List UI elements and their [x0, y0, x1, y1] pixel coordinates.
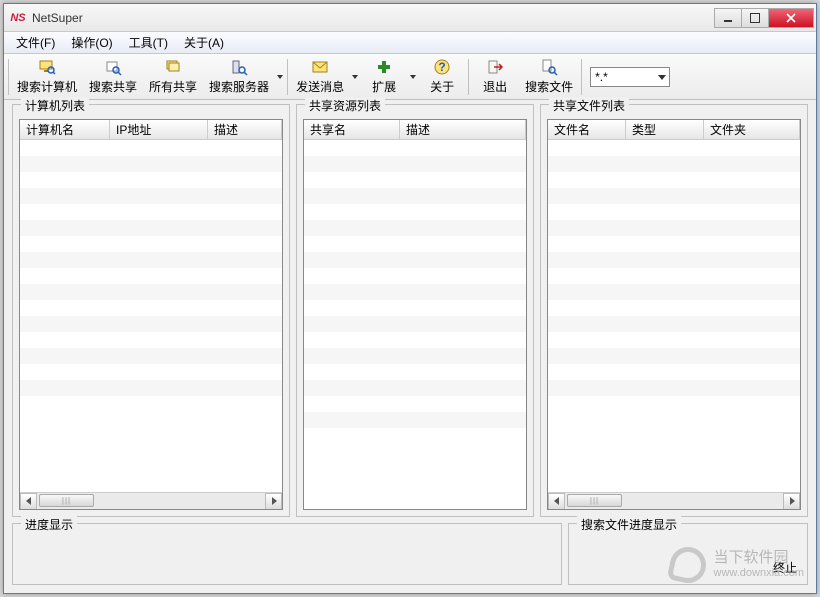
- scrollbar-thumb[interactable]: [567, 494, 622, 507]
- column-headers: 文件名 类型 文件夹: [548, 120, 800, 140]
- list-body[interactable]: [548, 140, 800, 492]
- toolbar-label: 搜索服务器: [209, 78, 269, 95]
- col-share-name[interactable]: 共享名: [304, 120, 400, 139]
- panel-title: 搜索文件进度显示: [577, 516, 681, 533]
- column-headers: 共享名 描述: [304, 120, 526, 140]
- scrollbar-track[interactable]: [565, 493, 783, 510]
- toolbar-label: 搜索文件: [525, 78, 573, 95]
- scrollbar-track[interactable]: [37, 493, 265, 510]
- computer-list-panel: 计算机列表 计算机名 IP地址 描述: [12, 104, 290, 517]
- toolbar-search-computer-button[interactable]: 搜索计算机: [11, 56, 83, 98]
- scroll-left-icon[interactable]: [548, 493, 565, 510]
- horizontal-scrollbar[interactable]: [20, 492, 282, 509]
- toolbar-all-share-button[interactable]: 所有共享: [143, 56, 203, 98]
- toolbar-search-share-button[interactable]: 搜索共享: [83, 56, 143, 98]
- toolbar-exit-button[interactable]: 退出: [471, 56, 519, 98]
- share-list: 共享名 描述: [303, 119, 527, 510]
- panels-row: 计算机列表 计算机名 IP地址 描述: [12, 104, 808, 517]
- computer-search-icon: [38, 58, 56, 76]
- col-computer-name[interactable]: 计算机名: [20, 120, 110, 139]
- toolbar-send-message-button[interactable]: 发送消息: [290, 56, 350, 98]
- server-search-icon: [230, 58, 248, 76]
- app-icon: NS: [10, 10, 26, 26]
- toolbar-label: 退出: [483, 78, 507, 95]
- scroll-left-icon[interactable]: [20, 493, 37, 510]
- panel-title: 共享文件列表: [549, 97, 629, 114]
- scrollbar-thumb[interactable]: [39, 494, 94, 507]
- titlebar: NS NetSuper: [4, 4, 816, 32]
- progress-panel: 进度显示: [12, 523, 562, 585]
- search-progress-panel: 搜索文件进度显示 终止: [568, 523, 808, 585]
- share-list-panel: 共享资源列表 共享名 描述: [296, 104, 534, 517]
- scroll-right-icon[interactable]: [783, 493, 800, 510]
- menu-about[interactable]: 关于(A): [176, 32, 232, 53]
- file-list-panel: 共享文件列表 文件名 类型 文件夹: [540, 104, 808, 517]
- panel-title: 计算机列表: [21, 97, 89, 114]
- toolbar-extend-button[interactable]: 扩展: [360, 56, 408, 98]
- toolbar-label: 发送消息: [296, 78, 344, 95]
- toolbar: 搜索计算机 搜索共享 所有共享 搜索服务器 发送消息 扩展 ? 关于: [4, 54, 816, 100]
- filter-select[interactable]: *.*: [590, 67, 670, 87]
- file-search-icon: [540, 58, 558, 76]
- envelope-icon: [311, 58, 329, 76]
- toolbar-dropdown-arrow[interactable]: [275, 56, 285, 98]
- share-search-icon: [104, 58, 122, 76]
- col-file-folder[interactable]: 文件夹: [704, 120, 800, 139]
- panel-title: 共享资源列表: [305, 97, 385, 114]
- list-body[interactable]: [20, 140, 282, 492]
- toolbar-separator: [468, 59, 469, 95]
- maximize-button[interactable]: [741, 8, 769, 28]
- toolbar-about-button[interactable]: ? 关于: [418, 56, 466, 98]
- minimize-button[interactable]: [714, 8, 742, 28]
- svg-text:?: ?: [438, 60, 445, 74]
- question-icon: ?: [433, 58, 451, 76]
- toolbar-dropdown-arrow[interactable]: [408, 56, 418, 98]
- content-area: 计算机列表 计算机名 IP地址 描述: [4, 100, 816, 593]
- list-body[interactable]: [304, 140, 526, 509]
- stop-button[interactable]: 终止: [773, 559, 797, 576]
- menu-file[interactable]: 文件(F): [8, 32, 63, 53]
- window-controls: [715, 8, 814, 28]
- file-list: 文件名 类型 文件夹: [547, 119, 801, 510]
- toolbar-search-file-button[interactable]: 搜索文件: [519, 56, 579, 98]
- toolbar-separator: [287, 59, 288, 95]
- all-share-icon: [164, 58, 182, 76]
- toolbar-label: 关于: [430, 78, 454, 95]
- toolbar-separator: [8, 59, 9, 95]
- window-title: NetSuper: [32, 11, 715, 25]
- menu-tools[interactable]: 工具(T): [121, 32, 176, 53]
- toolbar-label: 搜索计算机: [17, 78, 77, 95]
- toolbar-label: 搜索共享: [89, 78, 137, 95]
- scroll-right-icon[interactable]: [265, 493, 282, 510]
- plus-icon: [375, 58, 393, 76]
- menubar: 文件(F) 操作(O) 工具(T) 关于(A): [4, 32, 816, 54]
- toolbar-search-server-button[interactable]: 搜索服务器: [203, 56, 275, 98]
- col-desc[interactable]: 描述: [208, 120, 282, 139]
- toolbar-separator: [581, 59, 582, 95]
- col-share-desc[interactable]: 描述: [400, 120, 526, 139]
- filter-value: *.*: [595, 70, 608, 84]
- col-file-name[interactable]: 文件名: [548, 120, 626, 139]
- col-file-type[interactable]: 类型: [626, 120, 704, 139]
- panel-title: 进度显示: [21, 516, 77, 533]
- app-window: NS NetSuper 文件(F) 操作(O) 工具(T) 关于(A) 搜索计算…: [3, 3, 817, 594]
- column-headers: 计算机名 IP地址 描述: [20, 120, 282, 140]
- toolbar-label: 扩展: [372, 78, 396, 95]
- menu-operate[interactable]: 操作(O): [63, 32, 120, 53]
- col-ip[interactable]: IP地址: [110, 120, 208, 139]
- horizontal-scrollbar[interactable]: [548, 492, 800, 509]
- toolbar-dropdown-arrow[interactable]: [350, 56, 360, 98]
- close-button[interactable]: [768, 8, 814, 28]
- bottom-row: 进度显示 搜索文件进度显示 终止: [12, 523, 808, 585]
- toolbar-label: 所有共享: [149, 78, 197, 95]
- exit-icon: [486, 58, 504, 76]
- computer-list: 计算机名 IP地址 描述: [19, 119, 283, 510]
